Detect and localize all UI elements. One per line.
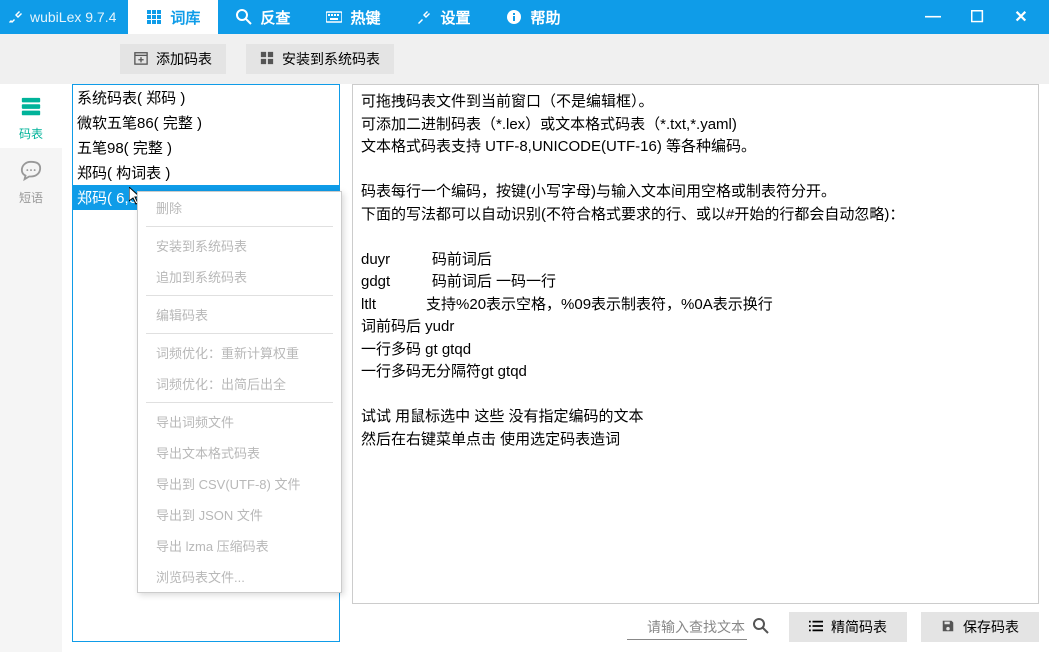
menu-browse-files[interactable]: 浏览码表文件... bbox=[138, 561, 341, 592]
menu-export-lzma[interactable]: 导出 lzma 压缩码表 bbox=[138, 530, 341, 561]
tab-label: 词库 bbox=[170, 7, 200, 28]
speech-icon bbox=[20, 160, 42, 185]
menu-separator bbox=[146, 402, 333, 403]
tree-item[interactable]: 五笔98( 完整 ) bbox=[73, 135, 339, 160]
menu-separator bbox=[146, 295, 333, 296]
search-icon bbox=[236, 9, 252, 25]
list-icon bbox=[809, 619, 823, 636]
save-icon bbox=[941, 619, 955, 636]
menu-export-freq[interactable]: 导出词频文件 bbox=[138, 406, 341, 437]
button-label: 安装到系统码表 bbox=[282, 49, 380, 69]
minimize-button[interactable]: — bbox=[911, 0, 955, 34]
grid-icon bbox=[146, 9, 162, 25]
main-tabs: 词库 反查 热键 设置 帮助 bbox=[128, 0, 578, 34]
tab-settings[interactable]: 设置 bbox=[398, 0, 488, 34]
tab-label: 设置 bbox=[440, 7, 470, 28]
compact-button[interactable]: 精简码表 bbox=[789, 612, 907, 642]
tab-reverse-lookup[interactable]: 反查 bbox=[218, 0, 308, 34]
maximize-button[interactable]: ☐ bbox=[955, 0, 999, 34]
sidebar-item-tables[interactable]: 码表 bbox=[0, 84, 62, 148]
tree-item[interactable]: 系统码表( 郑码 ) bbox=[73, 85, 339, 110]
button-label: 添加码表 bbox=[156, 49, 212, 69]
menu-delete[interactable]: 删除 bbox=[138, 192, 341, 223]
menu-install-system[interactable]: 安装到系统码表 bbox=[138, 230, 341, 261]
menu-separator bbox=[146, 333, 333, 334]
menu-recalc-weight[interactable]: 词频优化：重新计算权重 bbox=[138, 337, 341, 368]
add-table-button[interactable]: 添加码表 bbox=[120, 44, 226, 74]
close-button[interactable]: ✕ bbox=[999, 0, 1043, 34]
tab-label: 反查 bbox=[260, 7, 290, 28]
tab-dictionary[interactable]: 词库 bbox=[128, 0, 218, 34]
keyboard-icon bbox=[326, 9, 342, 25]
tables-icon bbox=[20, 96, 42, 121]
tab-label: 热键 bbox=[350, 7, 380, 28]
windows-icon bbox=[260, 51, 274, 68]
sidebar-item-label: 码表 bbox=[19, 125, 43, 142]
bottom-bar: 精简码表 保存码表 bbox=[352, 612, 1039, 642]
menu-separator bbox=[146, 226, 333, 227]
save-button[interactable]: 保存码表 bbox=[921, 612, 1039, 642]
sidebar-item-phrases[interactable]: 短语 bbox=[0, 148, 62, 212]
install-system-button[interactable]: 安装到系统码表 bbox=[246, 44, 394, 74]
menu-export-csv[interactable]: 导出到 CSV(UTF-8) 文件 bbox=[138, 468, 341, 499]
wrench-icon bbox=[416, 9, 432, 25]
table-list: 系统码表( 郑码 ) 微软五笔86( 完整 ) 五笔98( 完整 ) 郑码( 构… bbox=[72, 84, 340, 642]
menu-append-system[interactable]: 追加到系统码表 bbox=[138, 261, 341, 292]
menu-edit-table[interactable]: 编辑码表 bbox=[138, 299, 341, 330]
left-sidebar: 码表 短语 bbox=[0, 84, 62, 652]
search-input[interactable] bbox=[627, 615, 747, 640]
search-icon[interactable] bbox=[747, 614, 775, 641]
menu-simplify[interactable]: 词频优化：出简后出全 bbox=[138, 368, 341, 399]
tab-help[interactable]: 帮助 bbox=[488, 0, 578, 34]
info-icon bbox=[506, 9, 522, 25]
toolbar: 添加码表 安装到系统码表 bbox=[0, 34, 1049, 84]
tab-hotkey[interactable]: 热键 bbox=[308, 0, 398, 34]
info-text[interactable]: 可拖拽码表文件到当前窗口（不是编辑框）。 可添加二进制码表（*.lex）或文本格… bbox=[352, 84, 1039, 604]
tab-label: 帮助 bbox=[530, 7, 560, 28]
app-title: wubiLex 9.7.4 bbox=[30, 9, 128, 25]
calendar-plus-icon bbox=[134, 51, 148, 68]
menu-export-json[interactable]: 导出到 JSON 文件 bbox=[138, 499, 341, 530]
sidebar-item-label: 短语 bbox=[19, 189, 43, 206]
menu-export-text[interactable]: 导出文本格式码表 bbox=[138, 437, 341, 468]
app-icon bbox=[8, 9, 24, 25]
titlebar: wubiLex 9.7.4 词库 反查 热键 设置 帮助 — ☐ ✕ bbox=[0, 0, 1049, 34]
tree-item[interactable]: 微软五笔86( 完整 ) bbox=[73, 110, 339, 135]
tree-item[interactable]: 郑码( 构词表 ) bbox=[73, 160, 339, 185]
button-label: 精简码表 bbox=[831, 617, 887, 637]
context-menu: 删除 安装到系统码表 追加到系统码表 编辑码表 词频优化：重新计算权重 词频优化… bbox=[137, 191, 342, 593]
button-label: 保存码表 bbox=[963, 617, 1019, 637]
